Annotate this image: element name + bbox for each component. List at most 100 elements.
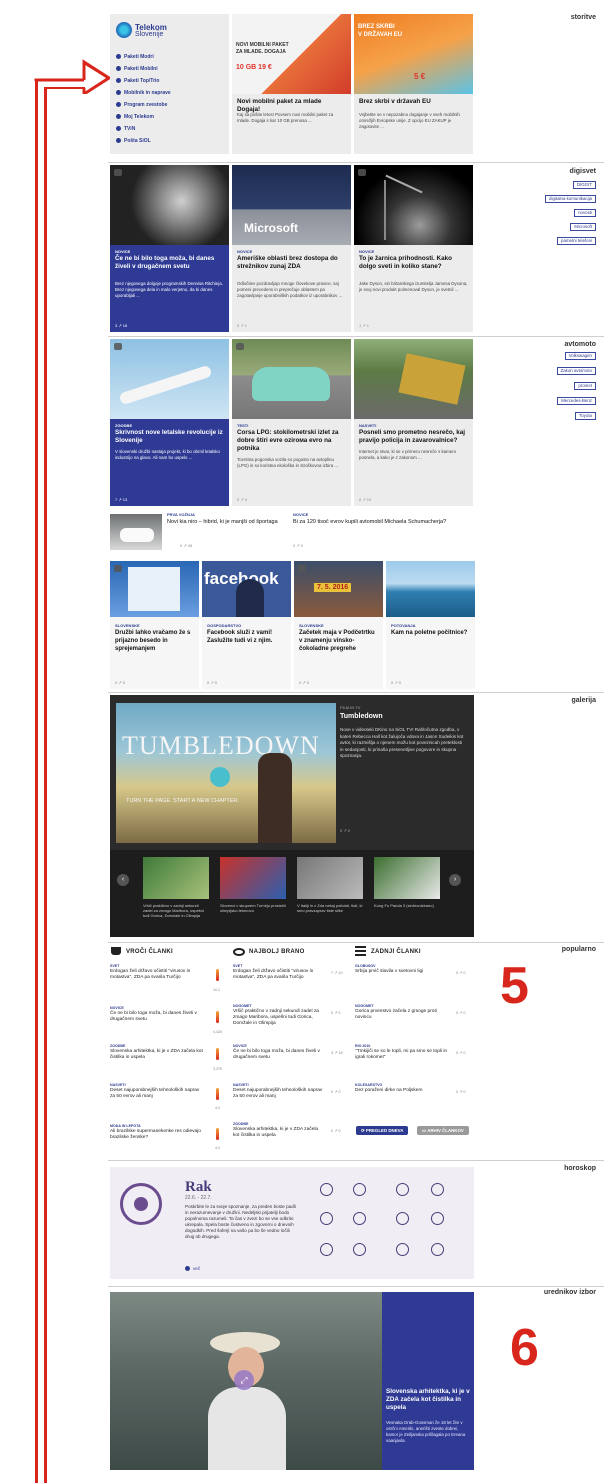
article-title[interactable]: Če ne bi bilo toga moža, bi danes živeli… bbox=[115, 255, 224, 271]
gallery-thumb[interactable]: V Italiji in v Zda nekaj policisti, tist… bbox=[297, 857, 363, 932]
zodiac-taurus-icon[interactable] bbox=[353, 1183, 366, 1196]
popular-item[interactable]: NOVICE Če ne bi bilo toga moža, bi danes … bbox=[110, 1006, 205, 1023]
article-tag[interactable]: GOSPODARSTVO bbox=[207, 623, 241, 628]
article-tag[interactable]: ZGODBE bbox=[115, 423, 132, 428]
gallery-thumb[interactable]: Kung Fu Panda 3 (sinhronizirano) bbox=[374, 857, 440, 932]
storitve-card-2[interactable]: BREZ SKRBI V DRŽAVAH EU 5 € Brez skrbi v… bbox=[354, 14, 473, 154]
telekom-menu-item[interactable]: Mobilnik in naprave bbox=[116, 90, 171, 96]
editor-title[interactable]: Slovenska arhitektka, ki je v ZDA začela… bbox=[386, 1388, 470, 1412]
gallery-main-image[interactable]: TUMBLEDOWN TURN THE PAGE. START A NEW CH… bbox=[116, 703, 336, 843]
small-news-2[interactable]: NOVICE Bi za 120 tisoč evrov kupili avto… bbox=[293, 512, 473, 552]
popular-item[interactable]: ZGODBE Slovenska arhitektka, ki je v ZDA … bbox=[233, 1122, 325, 1139]
tag-pill[interactable]: Toyota bbox=[575, 412, 596, 420]
popular-item[interactable]: MODA IN LEPOTA Ali brazilske supermaneken… bbox=[110, 1124, 205, 1141]
popular-item[interactable]: GLOBUSOV Srbija prvič slavila v svetovni … bbox=[355, 964, 450, 975]
tag-pill[interactable]: Microsoft bbox=[570, 223, 596, 231]
zodiac-gemini-icon[interactable] bbox=[396, 1183, 409, 1196]
article-archive-button[interactable]: ▭ ARHIV ČLANKOV bbox=[417, 1126, 469, 1135]
telekom-menu-item[interactable]: Paketi Modri bbox=[116, 54, 171, 60]
tag-pill[interactable]: pametni telefoni bbox=[557, 237, 596, 245]
article-title[interactable]: Kam na poletne počitnice? bbox=[391, 629, 470, 637]
small-news-title[interactable]: Novi kia niro – hibrid, ki je manjši od … bbox=[167, 519, 292, 525]
tag-pill[interactable]: Volkswagen bbox=[564, 352, 596, 360]
small-news-tag[interactable]: NOVICE bbox=[293, 512, 308, 517]
zodiac-aries-icon[interactable] bbox=[320, 1183, 333, 1196]
tag-pill[interactable]: DIGGIT bbox=[572, 181, 596, 189]
article-title[interactable]: Skrivnost nove letalske revolucije iz Sl… bbox=[115, 429, 224, 445]
tag-pill[interactable]: promet bbox=[574, 382, 596, 390]
article-title[interactable]: To je žarnica prihodnosti. Kako dolgo sv… bbox=[359, 255, 468, 271]
zodiac-libra-icon[interactable] bbox=[396, 1212, 409, 1225]
gallery-next-icon[interactable]: › bbox=[449, 874, 461, 886]
digisvet-card-2[interactable]: Microsoft NOVICE Ameriške oblasti brez d… bbox=[232, 165, 351, 332]
article-title[interactable]: Facebook služi z vami! Zaslužite tudi vi… bbox=[207, 629, 286, 645]
article-tag[interactable]: SLOVENSKE bbox=[299, 623, 324, 628]
horoscope-sign[interactable]: Rak bbox=[185, 1179, 212, 1196]
avtomoto-card-1[interactable]: ZGODBE Skrivnost nove letalske revolucij… bbox=[110, 339, 229, 506]
tag-pill[interactable]: digitalna komunikacija bbox=[545, 195, 596, 203]
editor-pick[interactable]: ⤢ Slovenska arhitektka, ki je v ZDA zače… bbox=[110, 1292, 474, 1470]
avtomoto-card-2[interactable]: TESTI Corsa LPG: stokilometrski izlet za… bbox=[232, 339, 351, 506]
zodiac-aquarius-icon[interactable] bbox=[396, 1243, 409, 1256]
small-news-title[interactable]: Bi za 120 tisoč evrov kupili avtomobil M… bbox=[293, 519, 478, 525]
four-card-4[interactable]: POTOVANJA Kam na poletne počitnice? 0 ↗ … bbox=[386, 561, 475, 689]
tag-pill[interactable]: novosti bbox=[574, 209, 596, 217]
article-tag[interactable]: NOVICE bbox=[237, 249, 252, 254]
gallery-title[interactable]: Tumbledown bbox=[340, 713, 383, 720]
gallery-thumb[interactable]: Vršič praktično v zadnji sekundi zadel z… bbox=[143, 857, 209, 932]
article-title[interactable]: Družbi lahko vračamo že s prijazno besed… bbox=[115, 629, 194, 653]
popular-item[interactable]: NOVICE Če ne bi bilo toga moža, bi danes … bbox=[233, 1044, 325, 1061]
zodiac-scorpio-icon[interactable] bbox=[431, 1212, 444, 1225]
article-tag[interactable]: SLOVENSKE bbox=[115, 623, 140, 628]
telekom-menu-item[interactable]: Pošta SiOL bbox=[116, 138, 171, 144]
gallery-tag[interactable]: FILM IN TV bbox=[340, 705, 360, 710]
article-tag[interactable]: POTOVANJA bbox=[391, 623, 416, 628]
telekom-menu-item[interactable]: Moj Telekom bbox=[116, 114, 171, 120]
article-tag[interactable]: NOVICE bbox=[359, 249, 374, 254]
zodiac-cancer-icon[interactable] bbox=[431, 1183, 444, 1196]
gallery-thumb[interactable]: Slovenci v skupnem Turnirju prosistili o… bbox=[220, 857, 286, 932]
telekom-menu-item[interactable]: Paketi Mobilni bbox=[116, 66, 171, 72]
four-card-2[interactable]: facebook GOSPODARSTVO Facebook služi z v… bbox=[202, 561, 291, 689]
article-tag[interactable]: NASVETI bbox=[359, 423, 376, 428]
tag-pill[interactable]: Mercedes-Benz bbox=[557, 397, 596, 405]
article-tag[interactable]: TESTI bbox=[237, 423, 248, 428]
popular-item[interactable]: SVET Erdogan želi državo očistiti "viruso… bbox=[110, 964, 205, 981]
article-title[interactable]: Začetek maja v Podčetrtku v znamenju vin… bbox=[299, 629, 378, 653]
zodiac-leo-icon[interactable] bbox=[320, 1212, 333, 1225]
popular-item[interactable]: SVET Erdogan želi državo očistiti "viruso… bbox=[233, 964, 325, 981]
digisvet-card-1[interactable]: NOVICE Če ne bi bilo toga moža, bi danes… bbox=[110, 165, 229, 332]
telekom-menu-item[interactable]: TViN bbox=[116, 126, 171, 132]
telekom-menu-item[interactable]: Program zvestobe bbox=[116, 102, 171, 108]
article-title[interactable]: Ameriške oblasti brez dostopa do strežni… bbox=[237, 255, 346, 271]
storitve-card-1[interactable]: NOVI MOBILNI PAKET ZA MLADE. DOGAJA 10 G… bbox=[232, 14, 351, 154]
telekom-menu-item[interactable]: Paketi Top/Trio bbox=[116, 78, 171, 84]
popular-item[interactable]: NASVETI Deset najuporabnejših tehnoloških… bbox=[110, 1083, 205, 1100]
article-title[interactable]: Posneli smo prometno nesrečo, kaj pravij… bbox=[359, 429, 468, 445]
popular-item[interactable]: NOGOMET Gorica prvenstvo začela z gmoge p… bbox=[355, 1004, 450, 1021]
camera-circle-icon[interactable] bbox=[210, 767, 230, 787]
zodiac-capricorn-icon[interactable] bbox=[353, 1243, 366, 1256]
article-title[interactable]: Corsa LPG: stokilometrski izlet za dobre… bbox=[237, 429, 346, 453]
four-card-3[interactable]: 7. 5. 2016 SLOVENSKE Začetek maja v Podč… bbox=[294, 561, 383, 689]
four-card-1[interactable]: SLOVENSKE Družbi lahko vračamo že s prij… bbox=[110, 561, 199, 689]
horoscope-more-link[interactable]: več bbox=[185, 1266, 200, 1272]
zodiac-pisces-icon[interactable] bbox=[431, 1243, 444, 1256]
avtomoto-card-3[interactable]: NASVETI Posneli smo prometno nesrečo, ka… bbox=[354, 339, 473, 506]
digisvet-card-3[interactable]: NOVICE To je žarnica prihodnosti. Kako d… bbox=[354, 165, 473, 332]
popular-item[interactable]: NASVETI Deset najuporabnejših tehnoloških… bbox=[233, 1083, 325, 1100]
article-tag[interactable]: NOVICE bbox=[115, 249, 130, 254]
popular-item[interactable]: RIO 2016 "Tmkijiči se so le topli, mi pa … bbox=[355, 1044, 450, 1061]
gallery-prev-icon[interactable]: ‹ bbox=[117, 874, 129, 886]
small-news-tag[interactable]: PRVA VOŽNJA bbox=[167, 512, 195, 517]
storitve-card-title[interactable]: Brez skrbi v državah EU bbox=[359, 98, 468, 106]
popular-item[interactable]: NOGOMET Vršič praktično v zadnji sekundi … bbox=[233, 1004, 325, 1027]
small-news-1[interactable]: PRVA VOŽNJA Novi kia niro – hibrid, ki j… bbox=[110, 512, 290, 552]
expand-icon[interactable]: ⤢ bbox=[234, 1370, 254, 1390]
zodiac-sagittarius-icon[interactable] bbox=[320, 1243, 333, 1256]
popular-item[interactable]: ZGODBE Slovenska arhitektka, ki je v ZDA … bbox=[110, 1044, 205, 1061]
popular-item[interactable]: KOLESARSTVO Dez poraženi dirke na Poljske… bbox=[355, 1083, 450, 1094]
daily-review-button[interactable]: ⟳ PREGLED DNEVA bbox=[356, 1126, 409, 1135]
tag-pill[interactable]: Zakon avtomoto bbox=[556, 367, 596, 375]
zodiac-virgo-icon[interactable] bbox=[353, 1212, 366, 1225]
